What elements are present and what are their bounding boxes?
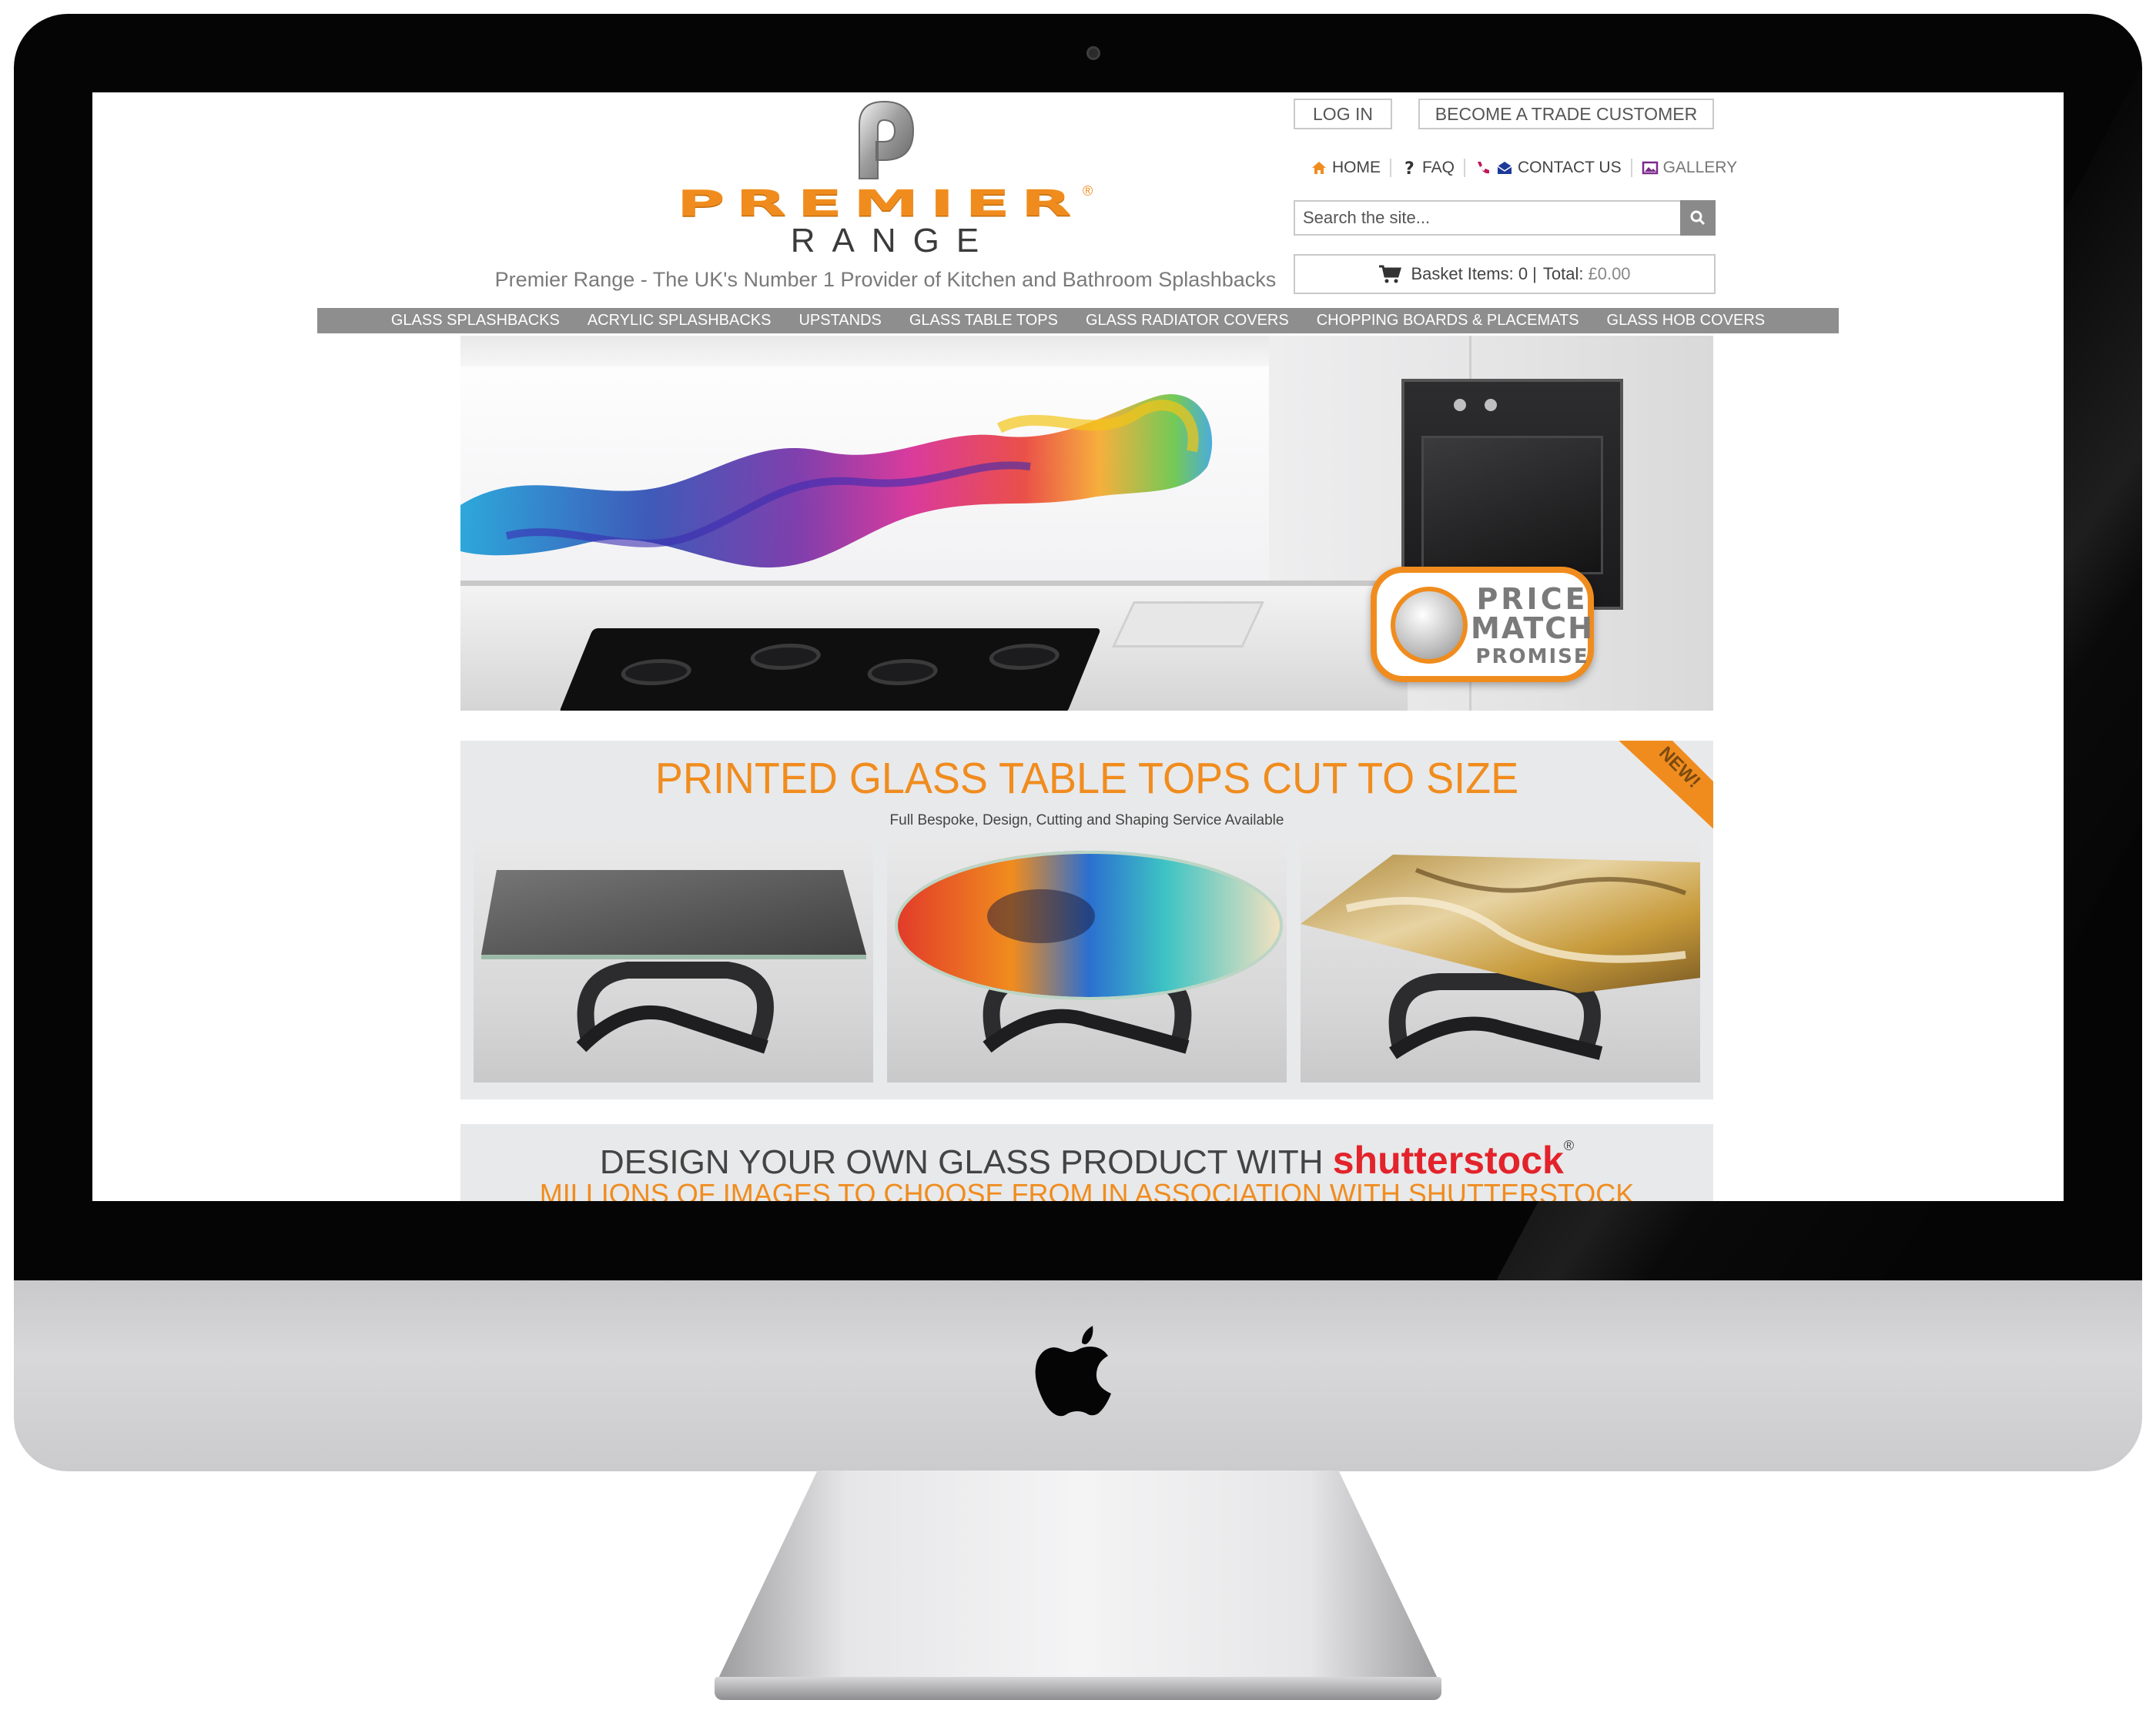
shutterstock-subheading: MILLIONS OF IMAGES TO CHOOSE FROM IN ASS… [539,1178,1635,1201]
quicknav-gallery-label: GALLERY [1662,159,1738,176]
home-icon [1312,162,1326,174]
quicknav-faq-label: FAQ [1422,159,1455,176]
badge-logo-icon [1391,587,1468,664]
shutterstock-logo: shutterstock [1332,1139,1564,1182]
gas-hob [558,628,1102,711]
quicknav-home-label: HOME [1332,159,1381,176]
search-input[interactable] [1294,200,1682,236]
mail-icon [1497,162,1512,174]
quicknav-gallery[interactable]: GALLERY [1630,159,1747,177]
basket-items: Basket Items: 0 | [1411,264,1537,283]
site-search [1294,200,1716,236]
table-square-image [481,870,866,1054]
nav-glass-table-tops[interactable]: GLASS TABLE TOPS [896,312,1072,330]
imac-monitor: PREMIER ® RANGE Premier Range - The UK's… [0,0,2156,1720]
quicknav-home[interactable]: HOME [1301,159,1390,177]
quicknav-faq[interactable]: ? FAQ [1390,159,1464,177]
website: PREMIER ® RANGE Premier Range - The UK's… [92,92,2064,1201]
monitor-stand-base [715,1677,1441,1700]
gallery-icon [1642,161,1658,175]
monitor-stand [716,1471,1440,1683]
hob-burner [745,644,826,670]
nav-acrylic-splashbacks[interactable]: ACRYLIC SPLASHBACKS [574,312,785,330]
new-ribbon: NEW! [1619,741,1713,829]
table-round-image [895,851,1283,1054]
promo-title: PRINTED GLASS TABLE TOPS CUT TO SIZE [654,754,1519,803]
shutterstock-banner[interactable]: DESIGN YOUR OWN GLASS PRODUCT WITH shutt… [460,1124,1713,1201]
badge-line-3: PROMISE [1475,645,1589,668]
product-tile-marble[interactable] [1301,839,1700,1083]
quicknav-contact[interactable]: CONTACT US [1464,159,1631,177]
camera-icon [1086,46,1100,60]
hob-burner [984,644,1065,670]
apple-logo-icon [1035,1326,1111,1417]
basket-total-value: £0.00 [1588,264,1631,283]
product-tile-round[interactable] [887,839,1287,1083]
svg-text:?: ? [1404,159,1414,176]
hero-banner[interactable]: PRICE MATCH PROMISE [460,336,1713,711]
oven-window [1421,436,1603,574]
logo-subword: RANGE [790,222,996,259]
price-match-badge[interactable]: PRICE MATCH PROMISE [1371,567,1594,682]
shutterstock-heading-text: DESIGN YOUR OWN GLASS PRODUCT WITH [599,1143,1324,1181]
table-tops-promo[interactable]: PRINTED GLASS TABLE TOPS CUT TO SIZE Ful… [460,741,1713,1099]
quicknav-contact-label: CONTACT US [1518,159,1622,176]
nav-upstands[interactable]: UPSTANDS [785,312,895,330]
nav-chopping-boards[interactable]: CHOPPING BOARDS & PLACEMATS [1303,312,1593,330]
basket-summary[interactable]: Basket Items: 0 | Total: £0.00 [1294,254,1716,294]
nav-glass-splashbacks[interactable]: GLASS SPLASHBACKS [377,312,574,330]
phone-icon [1478,162,1490,174]
main-nav: GLASS SPLASHBACKS ACRYLIC SPLASHBACKS UP… [317,308,1839,333]
promo-subtitle: Full Bespoke, Design, Cutting and Shapin… [889,812,1284,828]
quick-nav: HOME ? FAQ CONTACT US GALLERY [1301,152,1746,183]
sink [1112,601,1264,648]
nav-glass-radiator-covers[interactable]: GLASS RADIATOR COVERS [1072,312,1303,330]
question-icon: ? [1404,159,1414,176]
smoke-artwork [460,394,1213,568]
search-icon [1690,210,1706,226]
site-tagline: Premier Range - The UK's Number 1 Provid… [494,268,1277,291]
logo-wordmark[interactable]: PREMIER [567,183,1191,224]
hob-burner [616,659,697,685]
premier-logo-icon[interactable] [836,94,929,186]
shutterstock-heading: DESIGN YOUR OWN GLASS PRODUCT WITH shutt… [460,1138,1713,1183]
badge-line-2: MATCH [1471,611,1594,645]
nav-glass-hob-covers[interactable]: GLASS HOB COVERS [1593,312,1779,330]
oven-knob [1454,399,1466,411]
trade-customer-button[interactable]: BECOME A TRADE CUSTOMER [1418,99,1714,129]
shutterstock-mark: ® [1563,1138,1575,1153]
product-tile-square[interactable] [474,839,873,1083]
oven-knob [1485,399,1497,411]
basket-total-label: Total: [1542,264,1584,283]
login-button[interactable]: LOG IN [1294,99,1392,129]
table-marble-image [1301,855,1700,1060]
search-button[interactable] [1680,200,1716,236]
hob-burner [862,659,943,685]
screen: PREMIER ® RANGE Premier Range - The UK's… [92,92,2064,1201]
registered-mark: ® [1083,183,1093,199]
cart-icon [1379,265,1402,283]
